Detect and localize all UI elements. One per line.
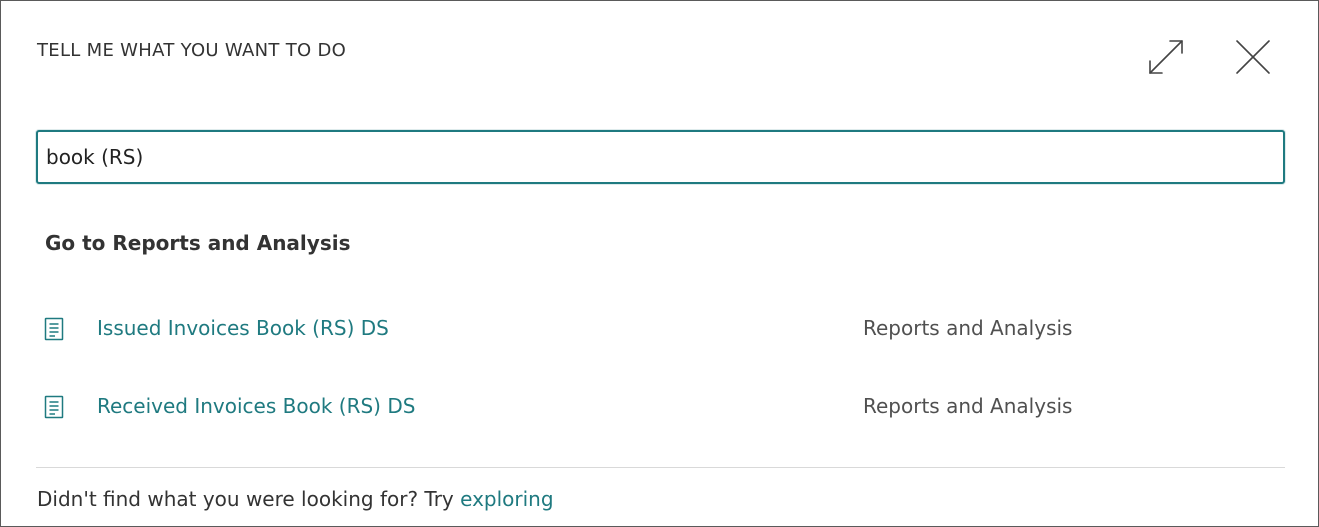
expand-button[interactable] bbox=[1142, 33, 1190, 81]
report-icon bbox=[44, 395, 64, 419]
result-item-category: Reports and Analysis bbox=[863, 394, 1073, 418]
result-item-category: Reports and Analysis bbox=[863, 316, 1073, 340]
report-icon bbox=[44, 317, 64, 341]
expand-icon bbox=[1149, 40, 1183, 74]
result-item-name[interactable]: Received Invoices Book (RS) DS bbox=[97, 394, 415, 418]
result-item-name[interactable]: Issued Invoices Book (RS) DS bbox=[97, 316, 389, 340]
search-input[interactable] bbox=[36, 130, 1285, 184]
close-button[interactable] bbox=[1229, 33, 1277, 81]
tell-me-dialog: TELL ME WHAT YOU WANT TO DO Go to Report… bbox=[0, 0, 1319, 527]
results-section-header: Go to Reports and Analysis bbox=[45, 231, 351, 255]
exploring-link[interactable]: exploring bbox=[460, 487, 553, 511]
close-icon bbox=[1236, 40, 1270, 74]
footer-message: Didn't find what you were looking for? T… bbox=[37, 487, 554, 511]
dialog-title: TELL ME WHAT YOU WANT TO DO bbox=[37, 40, 347, 61]
result-item-issued-invoices-book[interactable]: Issued Invoices Book (RS) DS Reports and… bbox=[37, 301, 1285, 357]
result-item-received-invoices-book[interactable]: Received Invoices Book (RS) DS Reports a… bbox=[37, 379, 1285, 435]
footer-divider bbox=[36, 467, 1285, 468]
footer-text: Didn't find what you were looking for? T… bbox=[37, 487, 461, 511]
